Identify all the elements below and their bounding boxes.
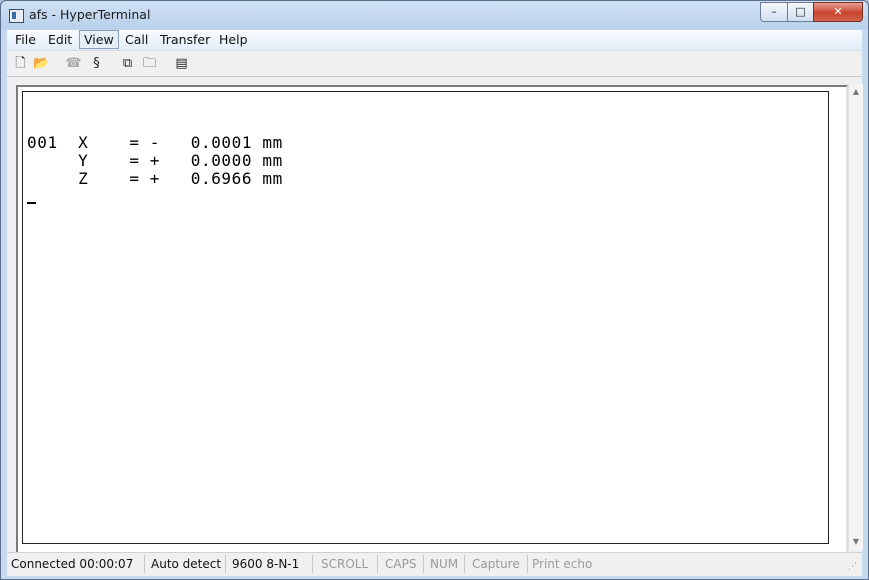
terminal-screen[interactable]: 001 X = - 0.0001 mm Y = + 0.0000 mm Z = …: [22, 91, 829, 544]
terminal-line: Y = + 0.0000 mm: [27, 151, 283, 170]
hyperterminal-window: afs - HyperTerminal – □ ✕ File Edit View…: [0, 0, 869, 580]
toolbar: 🗋 📂 ☎ § ⧉ 🗀 ▤: [7, 52, 862, 77]
terminal-frame: 001 X = - 0.0001 mm Y = + 0.0000 mm Z = …: [16, 85, 848, 554]
status-params: 9600 8-N-1: [228, 555, 313, 573]
menu-call[interactable]: Call: [121, 31, 152, 48]
scroll-up-arrow-icon[interactable]: ▲: [850, 86, 862, 98]
open-folder-icon[interactable]: 📂: [33, 55, 50, 72]
resize-grip-icon[interactable]: ⋰: [848, 561, 860, 573]
terminal-line: Z = + 0.6966 mm: [27, 169, 283, 188]
menu-bar: File Edit View Call Transfer Help: [7, 30, 862, 51]
close-button[interactable]: ✕: [813, 2, 863, 22]
menu-transfer[interactable]: Transfer: [156, 31, 214, 48]
menu-file[interactable]: File: [11, 31, 40, 48]
status-connected: Connected 00:00:07: [7, 555, 145, 573]
title-bar[interactable]: afs - HyperTerminal – □ ✕: [1, 1, 868, 31]
menu-view[interactable]: View: [79, 30, 119, 49]
status-print-echo: Print echo: [532, 557, 593, 571]
menu-edit[interactable]: Edit: [44, 31, 76, 48]
disconnect-icon[interactable]: ☎: [65, 55, 82, 72]
status-caps: CAPS: [381, 555, 424, 573]
minimize-button[interactable]: –: [760, 2, 788, 22]
maximize-button[interactable]: □: [787, 2, 814, 22]
window-title: afs - HyperTerminal: [29, 7, 151, 22]
status-num: NUM: [426, 555, 465, 573]
status-detect: Auto detect: [147, 555, 226, 573]
scroll-down-arrow-icon[interactable]: ▼: [850, 536, 862, 548]
send-icon[interactable]: ⧉: [119, 55, 136, 72]
vertical-scrollbar[interactable]: ▲ ▼: [848, 84, 863, 550]
menu-help[interactable]: Help: [215, 31, 252, 48]
terminal-line: 001 X = - 0.0001 mm: [27, 133, 283, 152]
client-area: File Edit View Call Transfer Help 🗋 📂 ☎ …: [7, 30, 863, 576]
app-icon[interactable]: [9, 9, 24, 23]
receive-icon[interactable]: 🗀: [141, 55, 158, 72]
dial-icon[interactable]: §: [88, 55, 105, 72]
status-bar: Connected 00:00:07 Auto detect 9600 8-N-…: [7, 552, 862, 576]
properties-icon[interactable]: ▤: [173, 55, 190, 72]
new-document-icon[interactable]: 🗋: [12, 55, 29, 72]
status-capture: Capture: [468, 555, 528, 573]
status-scroll: SCROLL: [317, 555, 378, 573]
text-cursor: [27, 202, 36, 204]
